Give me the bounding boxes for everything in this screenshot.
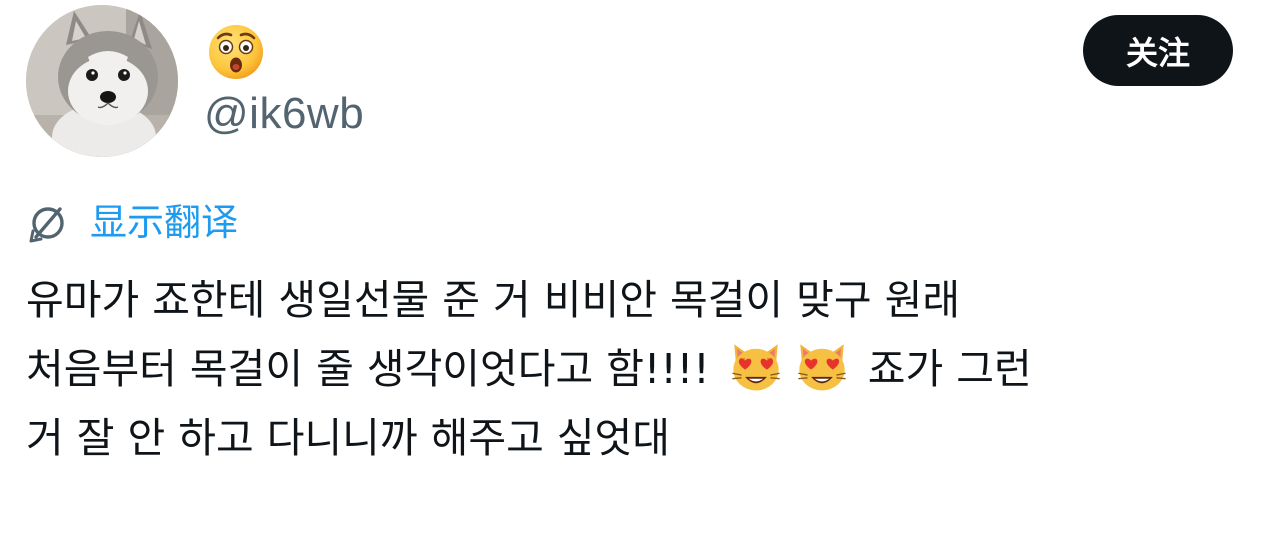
tweet-text-line-2: 처음부터 목걸이 줄 생각이엇다고 함!!!! 죠가 그런 xyxy=(26,335,1266,404)
author-handle[interactable]: @ik6wb xyxy=(204,88,364,140)
translate-globe-icon xyxy=(29,207,64,243)
author-display-name[interactable] xyxy=(204,18,268,82)
tweet-text-line-1: 유마가 죠한테 생일선물 준 거 비비안 목걸이 맞구 원래 xyxy=(26,276,961,324)
show-translation-label: 显示翻译 xyxy=(90,201,238,244)
puppy-avatar-icon xyxy=(26,5,178,157)
tweet-text-line-2-end: 죠가 그런 xyxy=(854,345,1032,393)
tweet-text-line-3: 거 잘 안 하고 다니니까 해주고 싶엇대 xyxy=(26,414,670,462)
astonished-face-emoji-icon xyxy=(209,25,263,79)
follow-button[interactable]: 关注 xyxy=(1083,15,1233,86)
tweet-text: 유마가 죠한테 생일선물 준 거 비비안 목걸이 맞구 원래 처음부터 목걸이 … xyxy=(26,266,1266,473)
author-avatar[interactable] xyxy=(26,5,178,157)
tweet-text-line-2-start: 처음부터 목걸이 줄 생각이엇다고 함!!!! xyxy=(26,345,723,393)
smiling-cat-heart-eyes-emoji-icon xyxy=(798,344,846,391)
show-translation-link[interactable]: 显示翻译 xyxy=(26,198,238,248)
smiling-cat-heart-eyes-emoji-icon xyxy=(732,344,780,391)
